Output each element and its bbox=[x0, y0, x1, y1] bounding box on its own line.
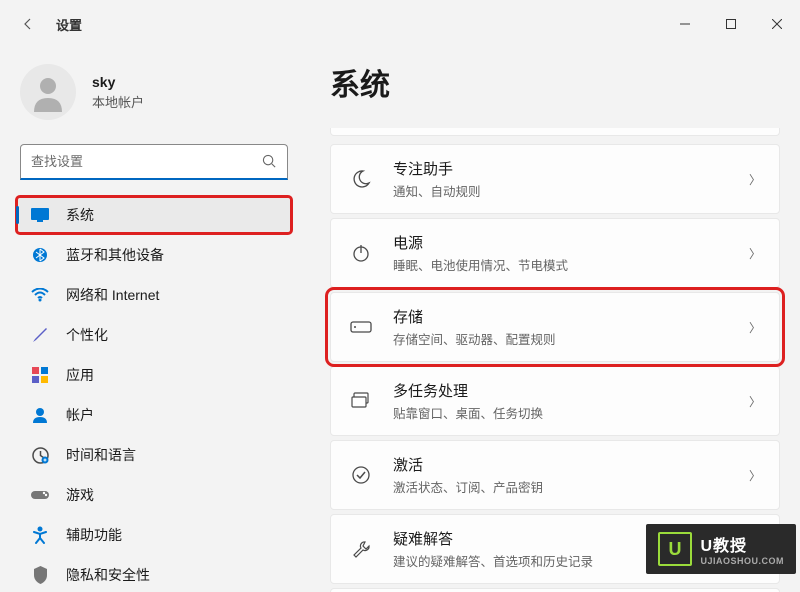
avatar bbox=[20, 64, 76, 120]
sidebar-item-accessibility[interactable]: 辅助功能 bbox=[16, 516, 292, 554]
card-subtitle: 激活状态、订阅、产品密钥 bbox=[393, 477, 749, 496]
chevron-right-icon: 〉 bbox=[749, 467, 761, 484]
window-controls bbox=[662, 8, 800, 40]
sidebar-item-apps[interactable]: 应用 bbox=[16, 356, 292, 394]
sidebar-item-network[interactable]: 网络和 Internet bbox=[16, 276, 292, 314]
card-title: 多任务处理 bbox=[393, 380, 749, 401]
nav-label: 辅助功能 bbox=[66, 525, 122, 545]
user-name: sky bbox=[92, 74, 144, 90]
system-icon bbox=[30, 205, 50, 225]
shield-icon bbox=[30, 565, 50, 585]
sidebar-item-gaming[interactable]: 游戏 bbox=[16, 476, 292, 514]
sidebar-item-privacy[interactable]: 隐私和安全性 bbox=[16, 556, 292, 592]
minimize-icon bbox=[680, 19, 690, 29]
person-icon bbox=[28, 72, 68, 112]
brush-icon bbox=[30, 325, 50, 345]
card-title: 电源 bbox=[393, 232, 749, 253]
setting-card-power[interactable]: 电源 睡眠、电池使用情况、节电模式 〉 bbox=[330, 218, 780, 288]
card-subtitle: 贴靠窗口、桌面、任务切换 bbox=[393, 403, 749, 422]
search-input[interactable] bbox=[31, 154, 262, 169]
card-title: 存储 bbox=[393, 306, 749, 327]
nav-label: 系统 bbox=[66, 205, 94, 225]
setting-card-activation[interactable]: 激活 激活状态、订阅、产品密钥 〉 bbox=[330, 440, 780, 510]
nav-label: 蓝牙和其他设备 bbox=[66, 245, 164, 265]
sidebar-item-bluetooth[interactable]: 蓝牙和其他设备 bbox=[16, 236, 292, 274]
apps-icon bbox=[30, 365, 50, 385]
card-subtitle: 睡眠、电池使用情况、节电模式 bbox=[393, 255, 749, 274]
search-icon bbox=[262, 154, 277, 169]
game-icon bbox=[30, 485, 50, 505]
accessibility-icon bbox=[30, 525, 50, 545]
nav-label: 应用 bbox=[66, 365, 94, 385]
nav-label: 隐私和安全性 bbox=[66, 565, 150, 585]
multitask-icon bbox=[349, 389, 373, 413]
chevron-right-icon: 〉 bbox=[749, 245, 761, 262]
tutorial-watermark: U U教授 UJIAOSHOU.COM bbox=[646, 524, 796, 574]
back-button[interactable] bbox=[12, 8, 44, 40]
titlebar: 设置 bbox=[0, 0, 800, 48]
search-box[interactable] bbox=[20, 144, 288, 180]
power-icon bbox=[349, 241, 373, 265]
storage-icon bbox=[349, 315, 373, 339]
check-icon bbox=[349, 463, 373, 487]
setting-card-recovery[interactable]: 恢复 重置、高级启动、返回 〉 bbox=[330, 588, 780, 592]
nav-label: 游戏 bbox=[66, 485, 94, 505]
sidebar-item-time-language[interactable]: 时间和语言 bbox=[16, 436, 292, 474]
card-subtitle: 存储空间、驱动器、配置规则 bbox=[393, 329, 749, 348]
setting-card-storage[interactable]: 存储 存储空间、驱动器、配置规则 〉 bbox=[330, 292, 780, 362]
person-icon bbox=[30, 405, 50, 425]
page-title: 系统 bbox=[330, 60, 780, 104]
minimize-button[interactable] bbox=[662, 8, 708, 40]
chevron-right-icon: 〉 bbox=[749, 393, 761, 410]
setting-card-previous[interactable] bbox=[330, 128, 780, 136]
maximize-button[interactable] bbox=[708, 8, 754, 40]
arrow-left-icon bbox=[20, 16, 36, 32]
card-subtitle: 通知、自动规则 bbox=[393, 181, 749, 200]
sidebar-item-accounts[interactable]: 帐户 bbox=[16, 396, 292, 434]
close-icon bbox=[772, 19, 782, 29]
setting-card-focus-assist[interactable]: 专注助手 通知、自动规则 〉 bbox=[330, 144, 780, 214]
maximize-icon bbox=[726, 19, 736, 29]
setting-card-multitasking[interactable]: 多任务处理 贴靠窗口、桌面、任务切换 〉 bbox=[330, 366, 780, 436]
badge-icon: U bbox=[658, 532, 692, 566]
app-title: 设置 bbox=[56, 15, 82, 34]
card-title: 专注助手 bbox=[393, 158, 749, 179]
user-section[interactable]: sky 本地帐户 bbox=[12, 56, 296, 140]
clock-icon bbox=[30, 445, 50, 465]
chevron-right-icon: 〉 bbox=[749, 171, 761, 188]
wifi-icon bbox=[30, 285, 50, 305]
sidebar-item-system[interactable]: 系统 bbox=[16, 196, 292, 234]
sidebar-item-personalization[interactable]: 个性化 bbox=[16, 316, 292, 354]
moon-icon bbox=[349, 167, 373, 191]
chevron-right-icon: 〉 bbox=[749, 319, 761, 336]
nav-label: 帐户 bbox=[66, 405, 94, 425]
user-type: 本地帐户 bbox=[92, 92, 144, 111]
close-button[interactable] bbox=[754, 8, 800, 40]
badge-label: U教授 bbox=[700, 538, 747, 555]
sidebar: sky 本地帐户 系统 蓝牙和其他设备 网络和 Internet 个性化 bbox=[0, 48, 300, 592]
card-title: 激活 bbox=[393, 454, 749, 475]
nav-label: 个性化 bbox=[66, 325, 108, 345]
main-content: 系统 专注助手 通知、自动规则 〉 电源 睡眠、电池使用情况、节电模式 〉 存储 bbox=[300, 48, 800, 592]
nav-label: 网络和 Internet bbox=[66, 285, 159, 305]
nav-label: 时间和语言 bbox=[66, 445, 136, 465]
wrench-icon bbox=[349, 537, 373, 561]
bluetooth-icon bbox=[30, 245, 50, 265]
badge-url: UJIAOSHOU.COM bbox=[700, 556, 784, 566]
